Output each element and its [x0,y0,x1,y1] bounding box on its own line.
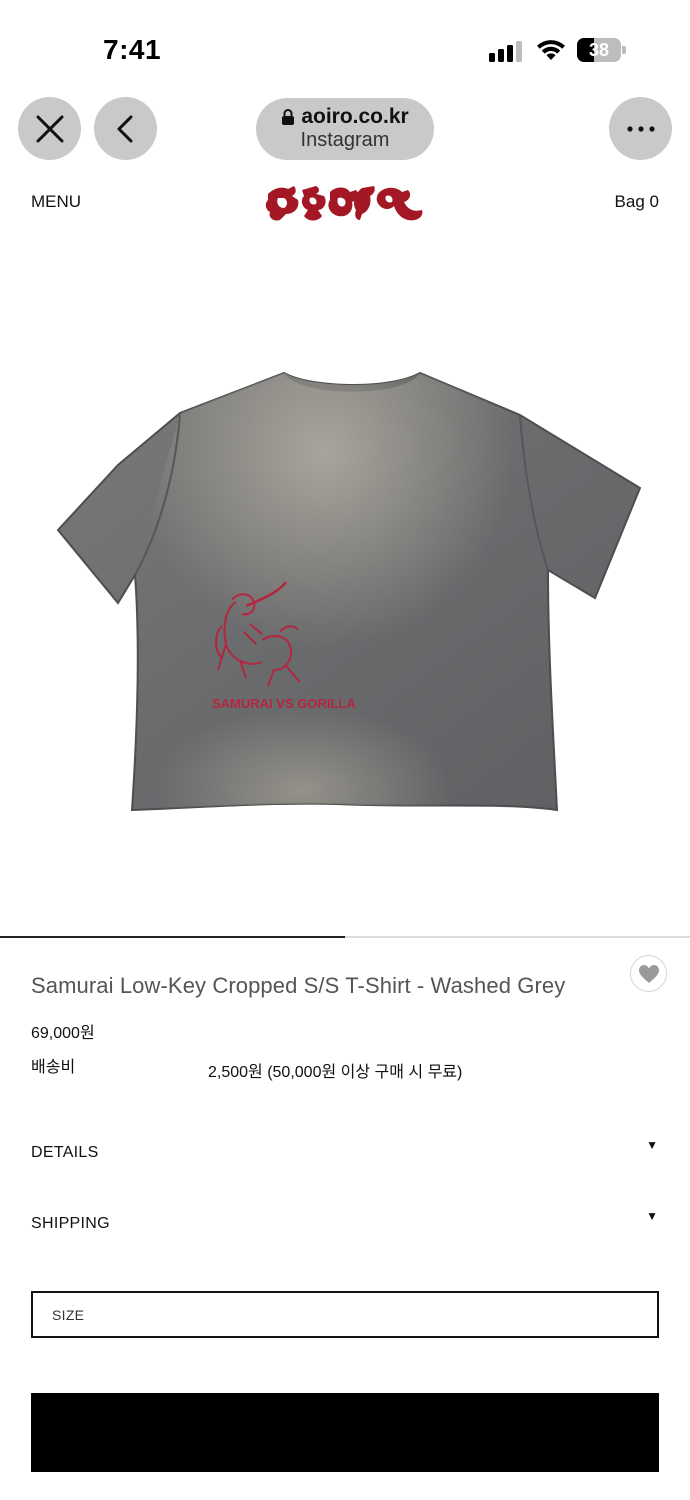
back-icon [117,115,132,142]
status-time: 7:41 [103,34,162,65]
caret-down-icon: ▼ [646,1138,658,1152]
aoiro-logo[interactable] [264,180,426,226]
size-placeholder: SIZE [52,1307,85,1323]
lock-icon [282,109,295,125]
menu-link[interactable]: MENU [31,192,81,212]
heart-icon [638,964,659,983]
more-button[interactable] [609,97,672,160]
shipping-fee-value: 2,500원 (50,000원 이상 구매 시 무료) [208,1064,463,1081]
bag-label: Bag [614,192,645,211]
back-button[interactable] [94,97,157,160]
close-button[interactable] [18,97,81,160]
bag-link[interactable]: Bag 0 [615,192,659,212]
product-title: Samurai Low-Key Cropped S/S T-Shirt - Wa… [31,973,566,998]
buy-button[interactable] [31,1393,659,1472]
url-source: Instagram [300,129,390,151]
size-select[interactable]: SIZE [31,1291,659,1338]
caret-down-icon: ▼ [646,1209,658,1223]
details-label: DETAILS [31,1144,99,1161]
wifi-icon [537,40,565,60]
details-accordion[interactable]: DETAILS ▼ [31,1138,661,1174]
bag-count: 0 [649,192,659,211]
shipping-fee-label: 배송비 [31,1059,76,1076]
url-text: aoiro.co.kr [301,105,409,128]
close-icon [36,115,63,142]
print-text: SAMURAI VS GORILLA [212,696,356,711]
product-image[interactable]: SAMURAI VS GORILLA [0,230,690,935]
cellular-signal-icon [489,40,523,62]
status-bar: 7:41 38 [0,0,690,90]
wishlist-button[interactable] [630,955,667,992]
battery-level: 38 [588,40,610,60]
gallery-progress [0,936,690,938]
shipping-accordion[interactable]: SHIPPING ▼ [31,1209,661,1245]
battery-icon: 38 [577,38,627,62]
shipping-label: SHIPPING [31,1215,110,1232]
address-bar[interactable]: aoiro.co.kr Instagram [256,98,434,160]
more-icon [626,125,655,132]
product-price: 69,000원 [31,1025,95,1042]
